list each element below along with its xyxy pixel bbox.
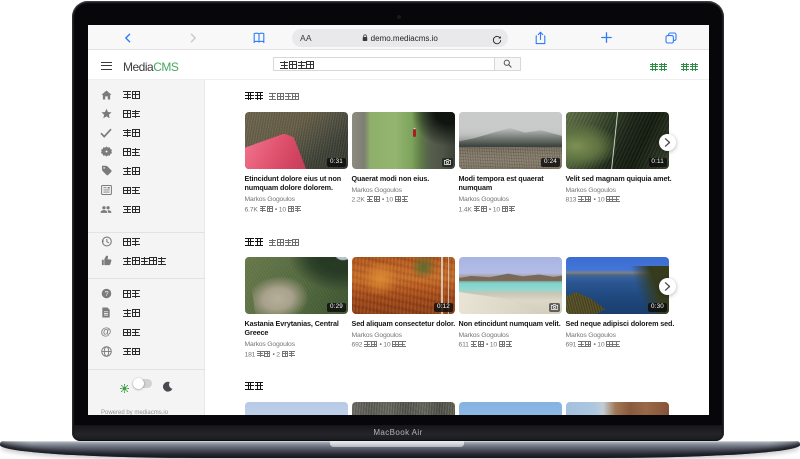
svg-text:?: ? <box>104 289 108 298</box>
